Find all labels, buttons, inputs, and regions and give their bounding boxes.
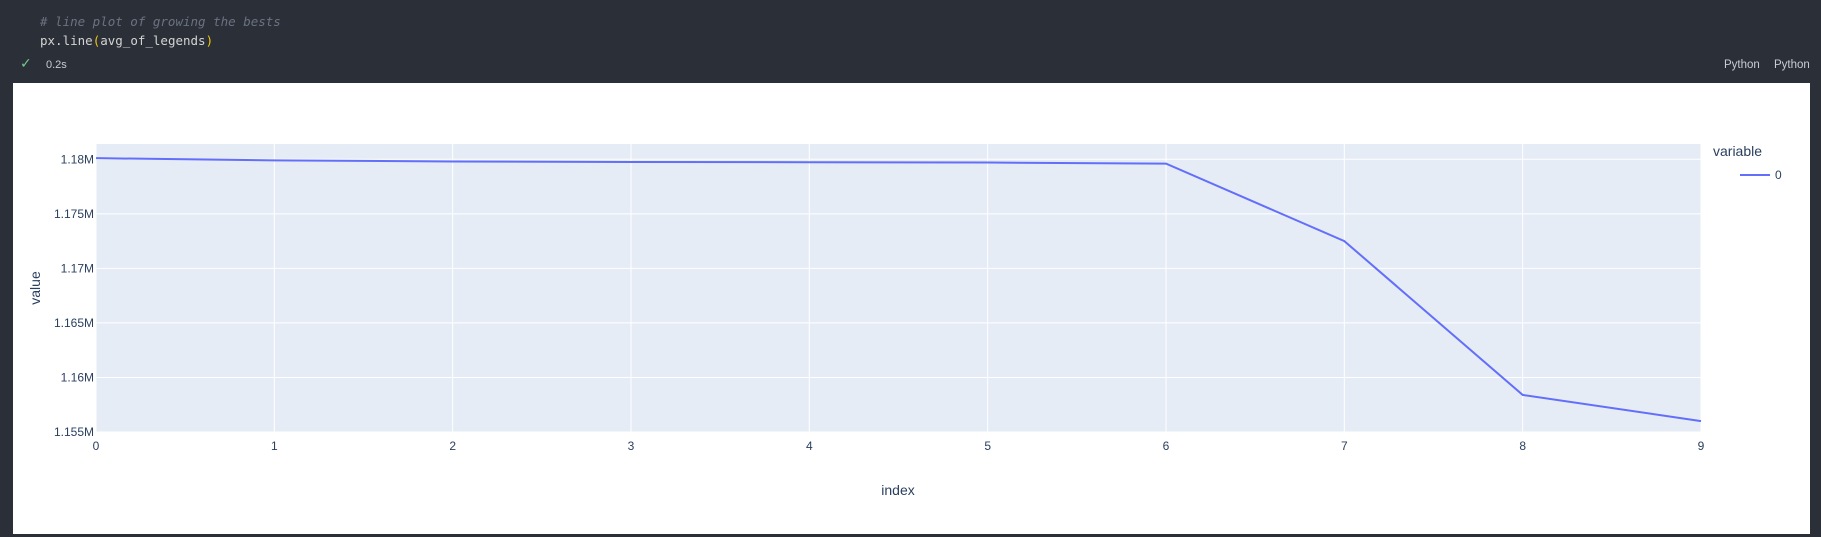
data-point[interactable]	[985, 160, 991, 166]
y-tick-label: 1.17M	[61, 261, 94, 275]
code-argument: avg_of_legends	[100, 33, 206, 48]
execution-time: 0.2s	[46, 59, 67, 71]
x-tick-label: 0	[93, 439, 100, 453]
notebook-cell: # line plot of growing the bests px.line…	[0, 0, 1821, 537]
x-tick-label: 1	[271, 439, 278, 453]
y-tick-label: 1.16M	[61, 370, 94, 384]
plot-area	[96, 144, 1701, 432]
data-point[interactable]	[1698, 418, 1704, 424]
legend-title: variable	[1713, 143, 1762, 159]
x-tick-label: 9	[1698, 439, 1705, 453]
x-axis-title: index	[881, 482, 914, 498]
data-point[interactable]	[806, 159, 812, 165]
y-tick-label: 1.175M	[54, 207, 94, 221]
data-point[interactable]	[93, 155, 99, 161]
code-editor[interactable]: # line plot of growing the bests px.line…	[0, 0, 1821, 54]
code-close-paren: )	[205, 33, 214, 48]
x-tick-label: 4	[806, 439, 813, 453]
y-tick-label: 1.18M	[61, 152, 94, 166]
data-point[interactable]	[1163, 161, 1169, 167]
y-tick-label: 1.165M	[54, 316, 94, 330]
x-tick-label: 8	[1519, 439, 1526, 453]
legend-label[interactable]: 0	[1775, 168, 1782, 182]
data-point[interactable]	[1341, 238, 1347, 244]
code-comment: # line plot of growing the bests	[40, 14, 281, 29]
data-point[interactable]	[450, 158, 456, 164]
x-tick-label: 6	[1163, 439, 1170, 453]
cell-language-label[interactable]: Python	[1724, 59, 1760, 71]
x-tick-label: 3	[628, 439, 635, 453]
line-chart[interactable]: 0 1 2 3 4 5 6 7 8 9 1.155M 1.16M 1.165M 1.17M 1.175M 1.…	[13, 83, 1810, 534]
data-point[interactable]	[271, 157, 277, 163]
cell-status-bar: ✓ 0.2s Python Python	[0, 54, 1821, 78]
y-tick-label: 1.155M	[54, 425, 94, 439]
x-tick-label: 2	[449, 439, 456, 453]
x-tick-label: 5	[984, 439, 991, 453]
code-call: px.line(avg_of_legends)	[40, 33, 213, 48]
code-function: px.line	[40, 33, 93, 48]
kernel-picker[interactable]: Python	[1774, 59, 1810, 71]
x-tick-label: 7	[1341, 439, 1348, 453]
check-icon: ✓	[20, 56, 32, 72]
data-point[interactable]	[1520, 392, 1526, 398]
y-axis-title: value	[27, 271, 43, 305]
data-point[interactable]	[628, 159, 634, 165]
cell-output: 0 1 2 3 4 5 6 7 8 9 1.155M 1.16M 1.165M 1.17M 1.175M 1.…	[13, 83, 1810, 534]
